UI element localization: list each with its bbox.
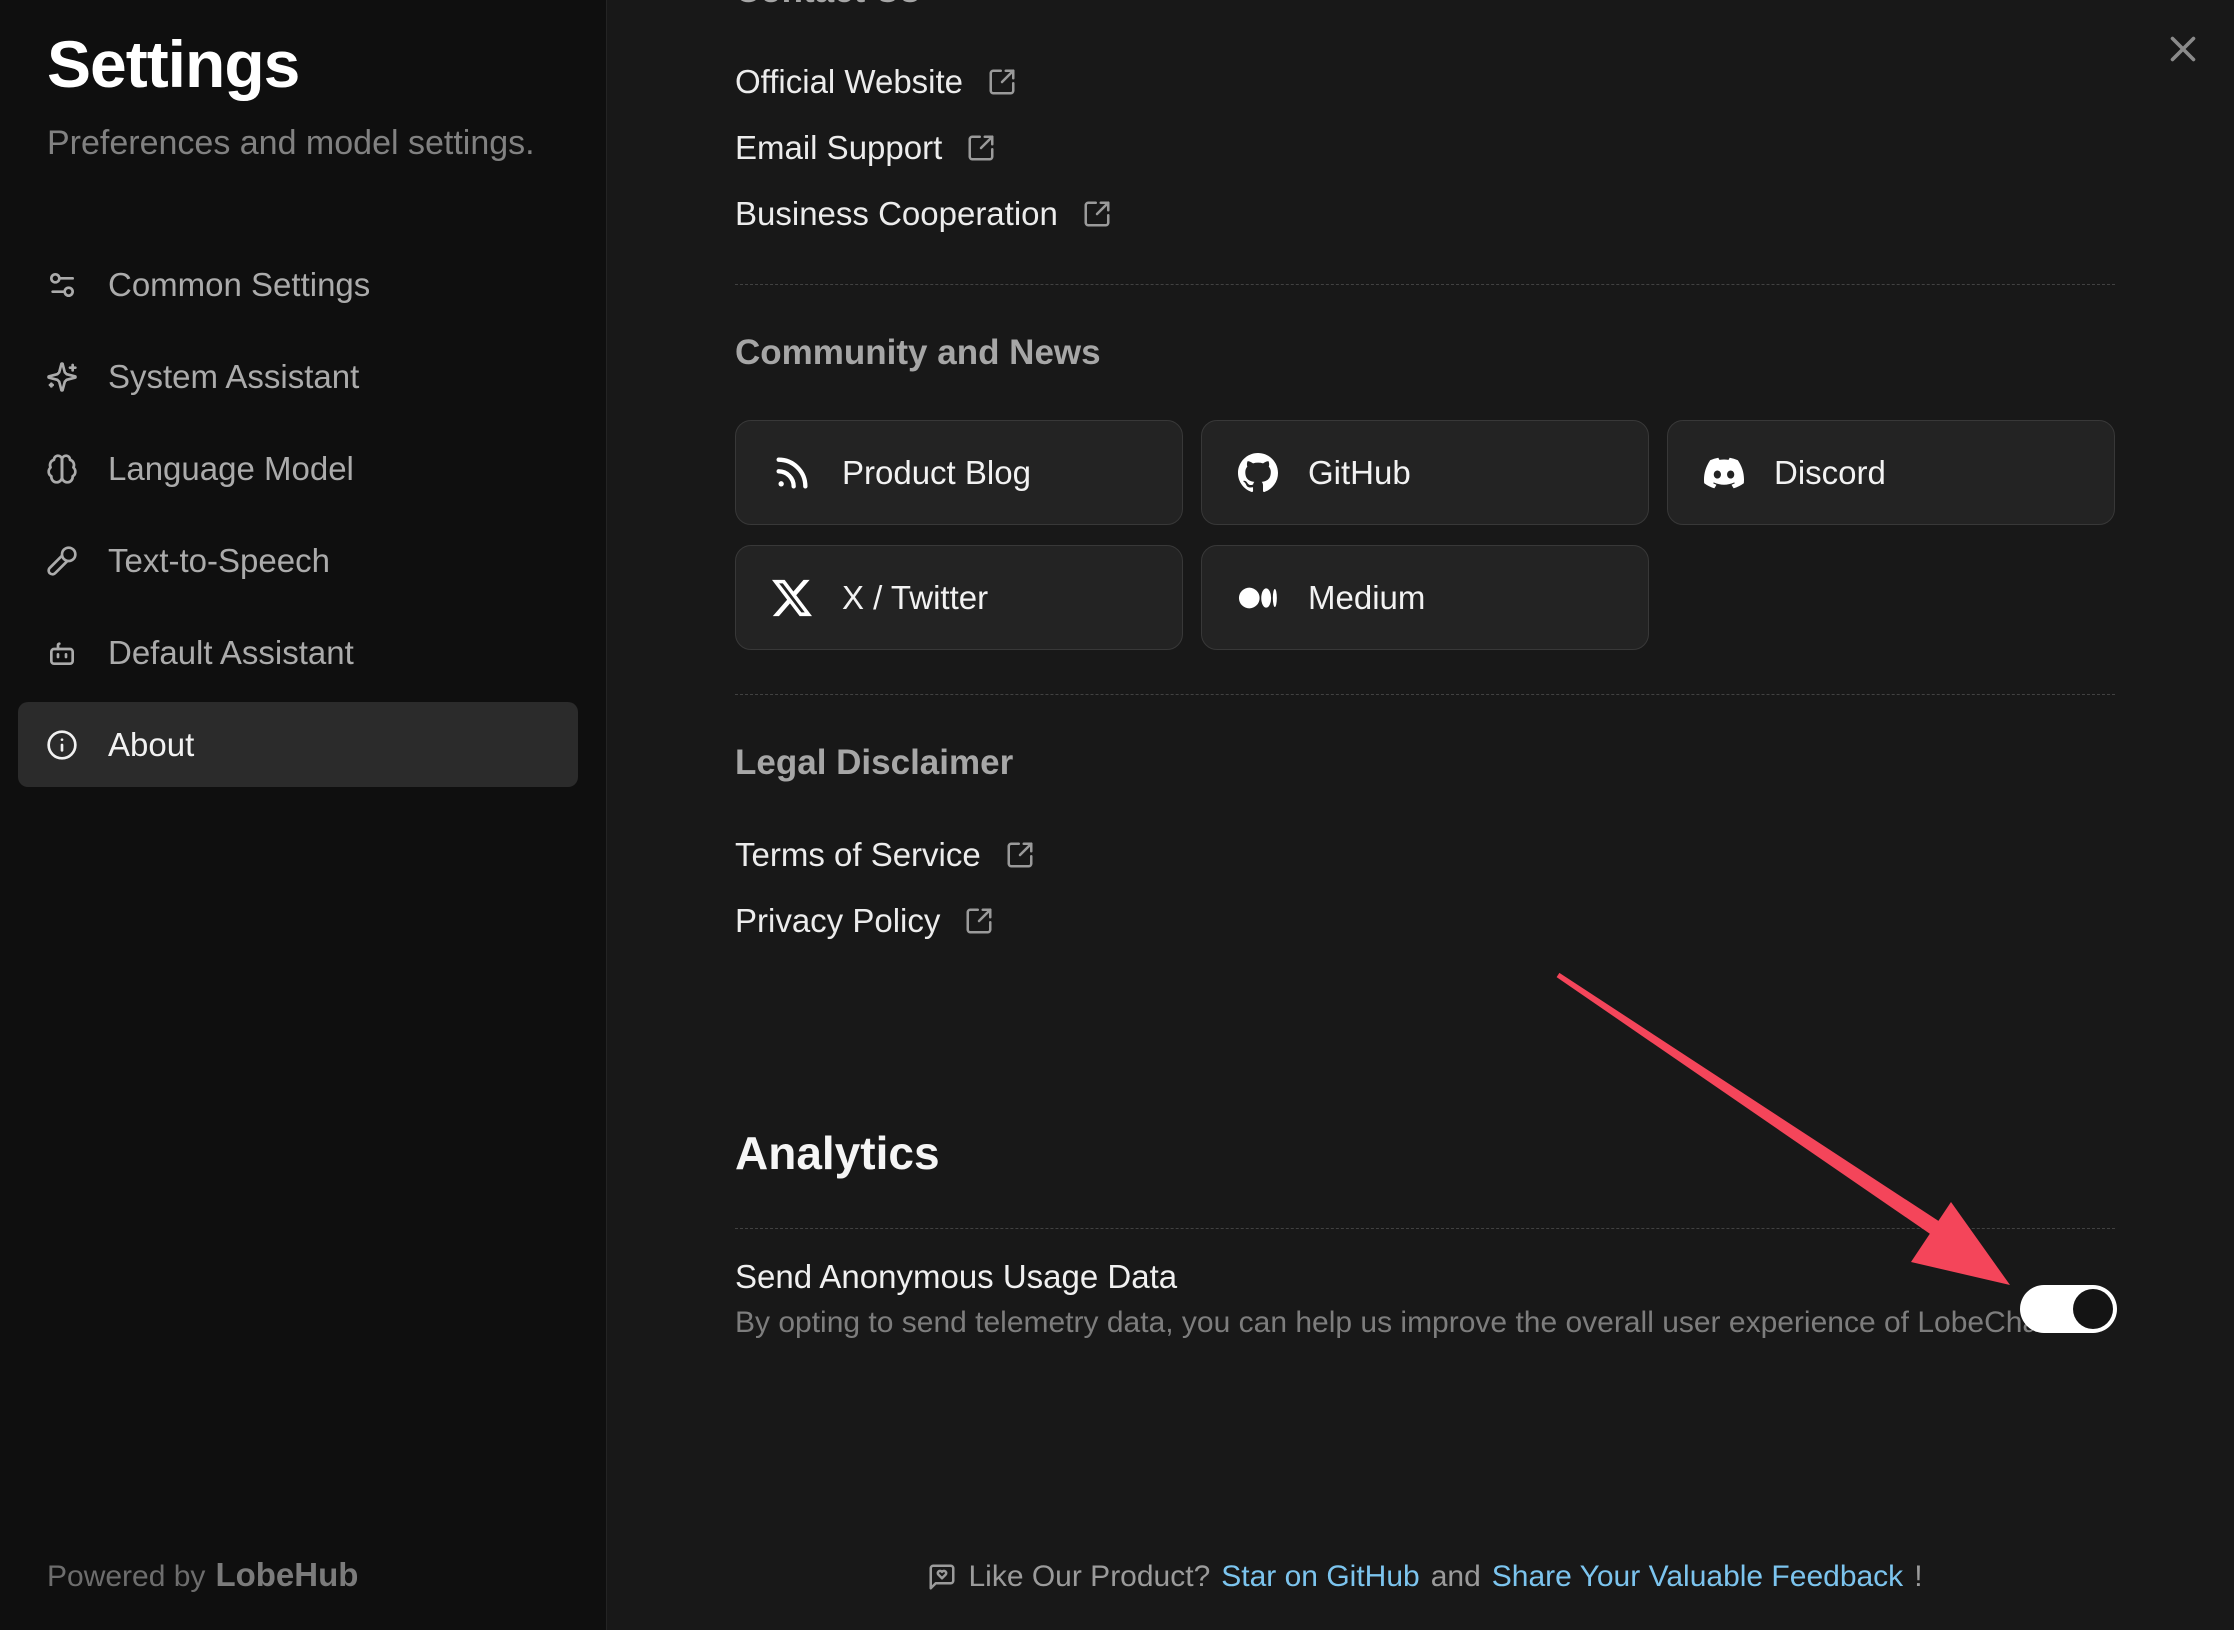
mic-icon: [46, 545, 78, 577]
sidebar-item-common-settings[interactable]: Common Settings: [18, 242, 578, 327]
sidebar-item-label: System Assistant: [108, 358, 359, 396]
terms-of-service-link[interactable]: Terms of Service: [735, 831, 1035, 878]
bot-icon: [46, 637, 78, 669]
footer-text: and: [1431, 1560, 1481, 1594]
lobehub-brand: LobeHub: [215, 1556, 358, 1593]
page-title: Settings: [47, 26, 299, 102]
business-cooperation-link[interactable]: Business Cooperation: [735, 190, 1112, 237]
medium-button[interactable]: Medium: [1201, 545, 1649, 650]
legal-section-title: Legal Disclaimer: [735, 740, 1013, 786]
sidebar-item-default-assistant[interactable]: Default Assistant: [18, 610, 578, 695]
sparkles-icon: [46, 361, 78, 393]
community-buttons: Product Blog GitHub Discord X / Twitter …: [735, 420, 2115, 650]
footer-text: !: [1914, 1560, 1922, 1594]
page-subtitle: Preferences and model settings.: [47, 124, 535, 163]
brain-icon: [46, 453, 78, 485]
powered-by: Powered by LobeHub: [47, 1556, 358, 1594]
button-label: X / Twitter: [842, 579, 988, 617]
link-label: Official Website: [735, 63, 963, 101]
link-label: Privacy Policy: [735, 902, 940, 940]
link-label: Business Cooperation: [735, 195, 1058, 233]
product-blog-button[interactable]: Product Blog: [735, 420, 1183, 525]
contact-links: Official Website Email Support Business …: [735, 58, 1112, 237]
close-button[interactable]: [2165, 31, 2201, 67]
divider: [735, 284, 2115, 285]
sidebar-item-label: Common Settings: [108, 266, 370, 304]
toggle-knob: [2073, 1289, 2113, 1329]
message-heart-icon: [927, 1562, 957, 1592]
share-feedback-link[interactable]: Share Your Valuable Feedback: [1492, 1560, 1903, 1594]
sidebar-item-system-assistant[interactable]: System Assistant: [18, 334, 578, 419]
email-support-link[interactable]: Email Support: [735, 124, 1112, 171]
x-twitter-button[interactable]: X / Twitter: [735, 545, 1183, 650]
community-section-title: Community and News: [735, 330, 1101, 376]
sidebar-item-text-to-speech[interactable]: Text-to-Speech: [18, 518, 578, 603]
usage-data-label: Send Anonymous Usage Data: [735, 1258, 1177, 1296]
sidebar-item-label: Default Assistant: [108, 634, 354, 672]
sidebar-item-label: Text-to-Speech: [108, 542, 330, 580]
button-label: Product Blog: [842, 454, 1031, 492]
button-label: Medium: [1308, 579, 1425, 617]
discord-button[interactable]: Discord: [1667, 420, 2115, 525]
external-link-icon: [1082, 199, 1112, 229]
button-label: Discord: [1774, 454, 1886, 492]
link-label: Email Support: [735, 129, 942, 167]
star-on-github-link[interactable]: Star on GitHub: [1221, 1560, 1419, 1594]
sidebar-item-label: About: [108, 726, 194, 764]
usage-data-toggle[interactable]: [2020, 1285, 2117, 1333]
external-link-icon: [966, 133, 996, 163]
divider: [735, 1228, 2115, 1229]
github-icon: [1238, 453, 1278, 493]
sidebar-item-language-model[interactable]: Language Model: [18, 426, 578, 511]
x-icon: [772, 578, 812, 618]
discord-icon: [1704, 453, 1744, 493]
legal-links: Terms of Service Privacy Policy: [735, 831, 1035, 944]
divider: [735, 694, 2115, 695]
analytics-section-title: Analytics: [735, 1126, 940, 1180]
sidebar-nav: Common Settings System Assistant Languag…: [18, 242, 578, 794]
link-label: Terms of Service: [735, 836, 981, 874]
powered-by-text: Powered by: [47, 1560, 205, 1593]
settings-sidebar: Settings Preferences and model settings.…: [0, 0, 607, 1630]
official-website-link[interactable]: Official Website: [735, 58, 1112, 105]
usage-data-description: By opting to send telemetry data, you ca…: [735, 1306, 2056, 1340]
sidebar-item-label: Language Model: [108, 450, 354, 488]
info-icon: [46, 729, 78, 761]
github-button[interactable]: GitHub: [1201, 420, 1649, 525]
external-link-icon: [987, 67, 1017, 97]
external-link-icon: [964, 906, 994, 936]
button-label: GitHub: [1308, 454, 1411, 492]
sidebar-item-about[interactable]: About: [18, 702, 578, 787]
close-icon: [2165, 31, 2201, 67]
footer-feedback: Like Our Product? Star on GitHub and Sha…: [735, 1560, 2115, 1594]
about-panel: Contact Us Official Website Email Suppor…: [735, 0, 2115, 1630]
external-link-icon: [1005, 840, 1035, 870]
privacy-policy-link[interactable]: Privacy Policy: [735, 897, 1035, 944]
contact-section-title: Contact Us: [735, 0, 920, 14]
medium-icon: [1238, 578, 1278, 618]
rss-icon: [772, 453, 812, 493]
sliders-icon: [46, 269, 78, 301]
footer-text: Like Our Product?: [968, 1560, 1210, 1594]
